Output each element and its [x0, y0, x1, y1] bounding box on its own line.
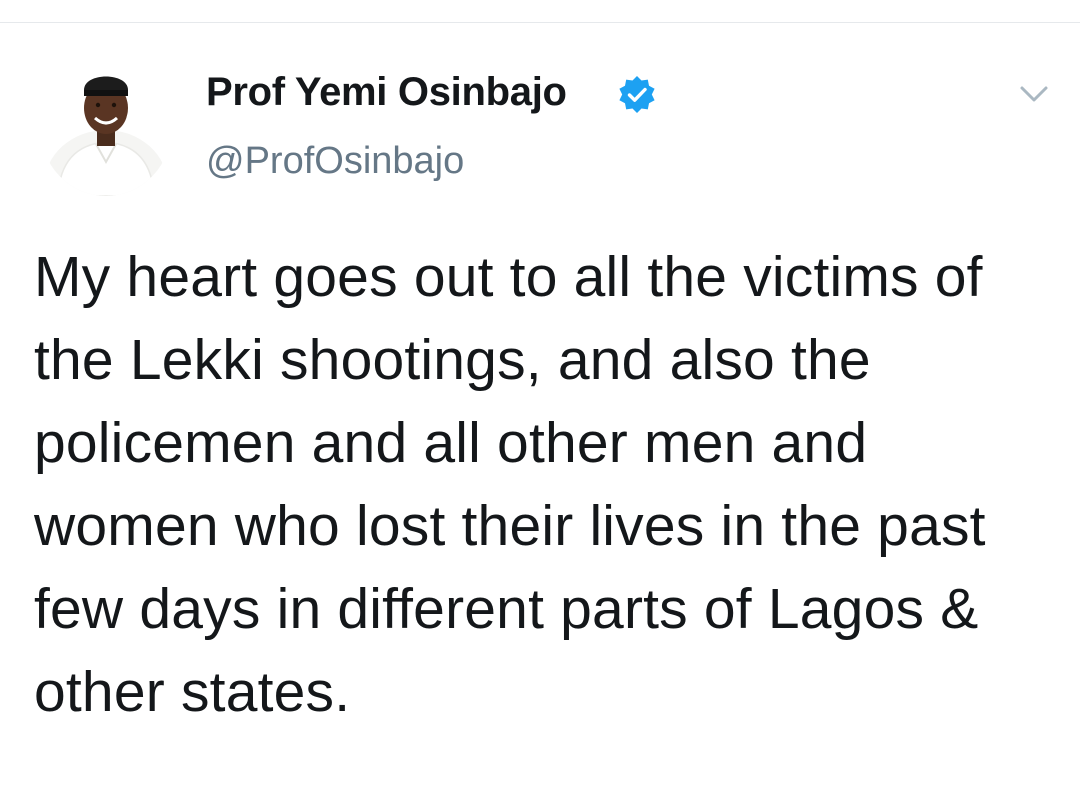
tweet-text: My heart goes out to all the victims of … [34, 245, 1002, 724]
profile-photo [44, 76, 168, 196]
author-handle[interactable]: @ProfOsinbajo [206, 140, 464, 183]
chevron-down-icon [1020, 86, 1048, 102]
author-display-name[interactable]: Prof Yemi Osinbajo [206, 70, 567, 115]
tweet-menu-button[interactable] [1012, 76, 1056, 112]
verified-badge-icon [616, 74, 658, 116]
tweet-view: Prof Yemi Osinbajo @ProfOsinbajo My hear… [0, 0, 1080, 800]
avatar[interactable] [40, 58, 172, 196]
top-divider [0, 22, 1080, 23]
